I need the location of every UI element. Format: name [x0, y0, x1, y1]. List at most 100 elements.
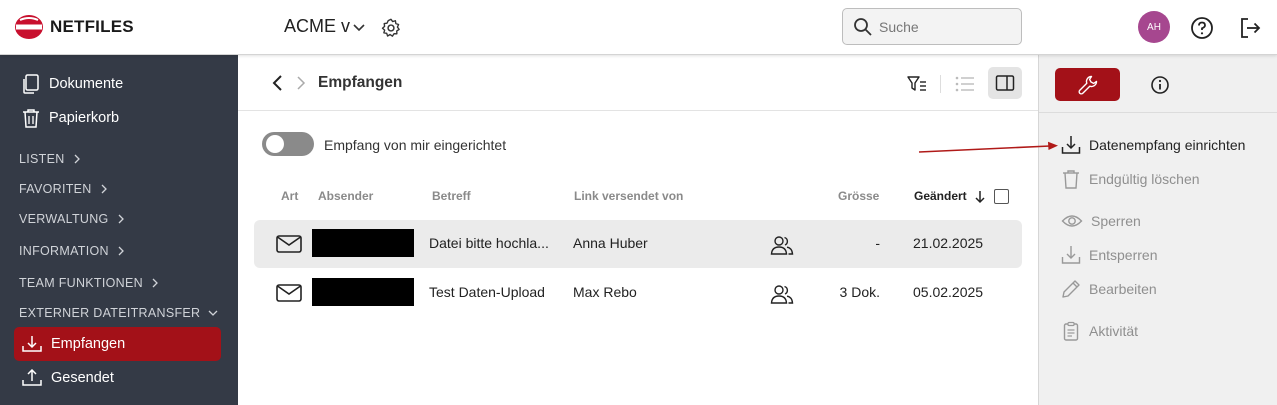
wrench-icon	[1078, 75, 1097, 94]
action-label: Sperren	[1091, 213, 1141, 229]
panel-divider	[1039, 112, 1277, 113]
table-row[interactable]: Datei bitte hochla... Anna Huber - 21.02…	[254, 220, 1022, 268]
help-icon[interactable]	[1190, 16, 1214, 40]
sidebar-item-empfangen[interactable]: Empfangen	[14, 327, 221, 361]
sidebar-item-label: Gesendet	[51, 370, 114, 386]
actions-panel: Datenempfang einrichten Endgültig lösche…	[1038, 55, 1277, 405]
toggle-label: Empfang von mir eingerichtet	[324, 137, 507, 153]
info-icon[interactable]	[1150, 75, 1170, 95]
action-label: Endgültig löschen	[1089, 171, 1200, 187]
sidebar-item-label: Dokumente	[49, 76, 124, 92]
chevron-right-icon	[101, 184, 107, 194]
chevron-right-icon	[118, 246, 124, 256]
trash-icon	[1063, 170, 1079, 189]
redacted-sender	[312, 278, 414, 306]
row-subject: Datei bitte hochla...	[429, 235, 549, 251]
sidebar: Dokumente Papierkorb LISTEN FAVORITEN VE…	[0, 55, 238, 405]
sidebar-item-papierkorb[interactable]: Papierkorb	[14, 101, 221, 135]
chevron-right-icon	[118, 214, 124, 224]
search-icon	[854, 17, 872, 36]
chevron-down-icon	[208, 310, 218, 316]
mail-icon	[276, 284, 302, 302]
search-box[interactable]	[842, 8, 1022, 45]
netfiles-logo-icon	[15, 15, 43, 39]
action-bearbeiten[interactable]: Bearbeiten	[1061, 279, 1157, 299]
section-label: FAVORITEN	[19, 182, 92, 196]
column-header-absender[interactable]: Absender	[318, 189, 373, 203]
row-subject: Test Daten-Upload	[429, 284, 545, 300]
received-by-me-toggle[interactable]	[262, 132, 314, 156]
action-label: Bearbeiten	[1089, 281, 1157, 297]
search-input[interactable]	[879, 18, 1009, 35]
chevron-right-icon	[297, 76, 306, 90]
section-label: EXTERNER DATEITRANSFER	[19, 306, 201, 320]
workspace-name: ACME v	[284, 16, 351, 36]
section-label: TEAM FUNKTIONEN	[19, 276, 143, 290]
column-header-art[interactable]: Art	[281, 189, 298, 203]
gear-icon[interactable]	[380, 17, 402, 39]
toggle-side-panel-button[interactable]	[988, 67, 1022, 99]
logout-icon[interactable]	[1238, 16, 1262, 40]
download-tray-icon	[1061, 136, 1081, 154]
action-aktivitaet[interactable]: Aktivität	[1061, 321, 1138, 341]
section-externer-dateitransfer[interactable]: EXTERNER DATEITRANSFER	[19, 306, 218, 320]
sort-desc-icon[interactable]	[974, 190, 986, 204]
back-arrow-icon[interactable]	[270, 73, 286, 93]
action-datenempfang-einrichten[interactable]: Datenempfang einrichten	[1061, 135, 1245, 155]
eye-icon	[1061, 215, 1083, 227]
chevron-right-icon	[74, 154, 80, 164]
user-avatar[interactable]: AH	[1138, 11, 1170, 43]
row-link-by: Max Rebo	[573, 284, 637, 300]
chevron-right-icon	[152, 278, 158, 288]
section-label: INFORMATION	[19, 244, 109, 258]
column-header-groesse[interactable]: Grösse	[838, 189, 879, 203]
row-date: 05.02.2025	[913, 284, 984, 300]
toolbar-divider	[940, 75, 941, 93]
action-sperren[interactable]: Sperren	[1061, 211, 1141, 231]
main-content: Empfangen Empfang von mir eingerichtet A…	[238, 55, 1038, 405]
list-view-icon[interactable]	[954, 74, 976, 94]
action-endgueltig-loeschen[interactable]: Endgültig löschen	[1061, 169, 1200, 189]
logo-text: NETFILES	[50, 17, 134, 36]
workspace-selector[interactable]: ACME v	[284, 16, 366, 37]
table-row[interactable]: Test Daten-Upload Max Rebo 3 Dok. 05.02.…	[254, 269, 1022, 317]
filter-icon[interactable]	[906, 74, 928, 94]
download-arrow-icon	[1061, 246, 1081, 264]
sidebar-item-gesendet[interactable]: Gesendet	[14, 361, 221, 395]
section-label: VERWALTUNG	[19, 212, 109, 226]
section-favoriten[interactable]: FAVORITEN	[19, 182, 108, 196]
section-information[interactable]: INFORMATION	[19, 244, 125, 258]
avatar-initials: AH	[1147, 21, 1161, 33]
column-header-betreff[interactable]: Betreff	[432, 189, 471, 203]
sidebar-item-label: Papierkorb	[49, 110, 120, 126]
people-icon[interactable]	[770, 234, 794, 256]
actions-tab-button[interactable]	[1055, 68, 1120, 101]
row-date: 21.02.2025	[913, 235, 984, 251]
receive-icon	[22, 336, 42, 352]
mail-icon	[276, 235, 302, 253]
column-header-geaendert[interactable]: Geändert	[914, 189, 967, 203]
documents-icon	[23, 74, 39, 94]
breadcrumb: Empfangen	[238, 55, 1038, 111]
people-icon[interactable]	[770, 283, 794, 305]
top-bar: NETFILES ACME v AH	[0, 0, 1277, 55]
section-listen[interactable]: LISTEN	[19, 152, 81, 166]
side-panel-icon	[995, 75, 1015, 91]
chevron-down-icon	[353, 23, 365, 31]
select-all-checkbox[interactable]	[994, 189, 1009, 204]
section-verwaltung[interactable]: VERWALTUNG	[19, 212, 125, 226]
row-link-by: Anna Huber	[573, 235, 648, 251]
action-entsperren[interactable]: Entsperren	[1061, 245, 1157, 265]
section-label: LISTEN	[19, 152, 65, 166]
action-label: Aktivität	[1089, 323, 1139, 339]
toggle-knob	[266, 135, 284, 153]
sidebar-item-dokumente[interactable]: Dokumente	[14, 67, 221, 101]
netfiles-logo[interactable]: NETFILES	[14, 14, 134, 40]
column-header-link[interactable]: Link versendet von	[574, 189, 683, 203]
section-team-funktionen[interactable]: TEAM FUNKTIONEN	[19, 276, 159, 290]
page-title: Empfangen	[318, 74, 403, 91]
row-size: -	[875, 235, 880, 251]
sidebar-item-label: Empfangen	[51, 336, 126, 352]
redacted-sender	[312, 229, 414, 257]
send-icon	[22, 369, 42, 386]
